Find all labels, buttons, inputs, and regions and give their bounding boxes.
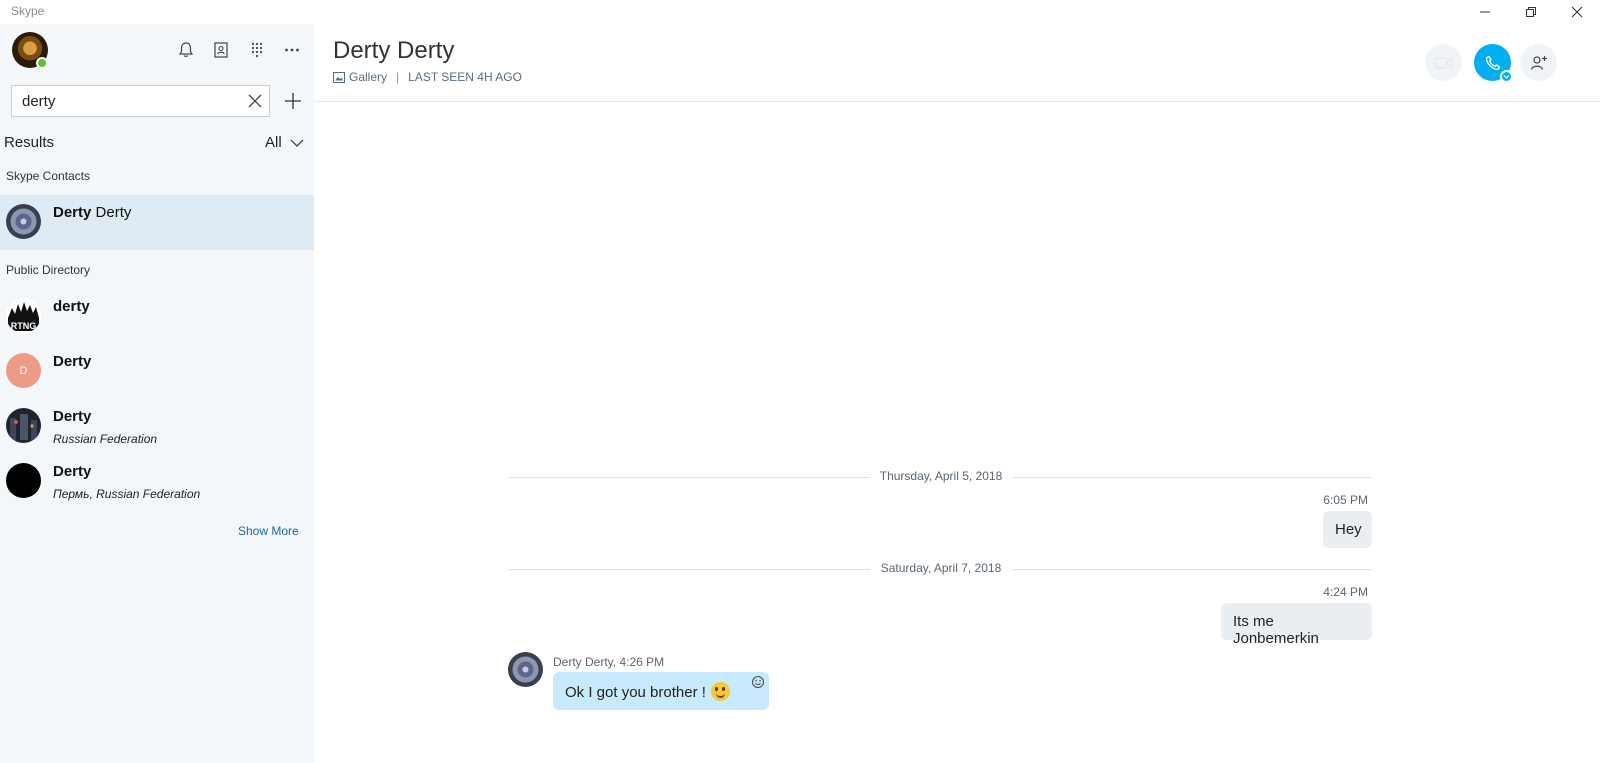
audio-call-button[interactable] (1474, 44, 1513, 83)
directory-item[interactable]: Derty Russian Federation (0, 399, 314, 454)
minimize-button[interactable] (1462, 0, 1508, 24)
contact-location: Russian Federation (53, 432, 158, 446)
add-person-icon (1530, 55, 1547, 70)
search-box (11, 85, 270, 117)
incoming-message-text: Ok I got you brother ! (565, 684, 706, 701)
gallery-label: Gallery (349, 70, 388, 84)
results-filter-dropdown[interactable]: All (265, 134, 304, 151)
incoming-sender-time: Derty Derty, 4:26 PM (553, 655, 665, 669)
close-window-button[interactable] (1554, 0, 1600, 24)
outgoing-message[interactable]: Hey (1323, 511, 1372, 548)
directory-item[interactable]: RTNG derty (0, 289, 314, 344)
contact-location: Пермь, Russian Federation (53, 487, 201, 501)
smile-emoji-icon (710, 682, 730, 701)
contact-name: Derty (53, 408, 92, 425)
dialpad-button[interactable] (245, 38, 269, 62)
app-title: Skype (11, 4, 45, 18)
contact-avatar (6, 204, 41, 239)
last-seen-status: LAST SEEN 4H AGO (408, 70, 522, 84)
notifications-button[interactable] (174, 38, 198, 62)
search-input[interactable] (22, 92, 242, 110)
close-icon (1571, 6, 1583, 18)
date-separator: Thursday, April 5, 2018 (879, 469, 1003, 483)
directory-item[interactable]: Derty Пермь, Russian Federation (0, 454, 314, 509)
incoming-message[interactable]: Ok I got you brother ! (553, 672, 769, 710)
phone-icon (1485, 55, 1500, 70)
section-public-directory: Public Directory (6, 263, 91, 277)
call-options-chevron[interactable] (1500, 70, 1513, 83)
contact-name: Derty (53, 463, 92, 480)
outgoing-message[interactable]: Its me Jonbemerkin (1221, 603, 1372, 647)
contact-name: Derty Derty (53, 204, 132, 221)
contact-avatar (6, 463, 41, 498)
show-more-link[interactable]: Show More (238, 524, 299, 538)
date-divider-line (508, 477, 870, 478)
date-divider-line (1012, 477, 1372, 478)
minimize-icon (1480, 11, 1490, 13)
new-chat-plus-icon[interactable] (282, 90, 304, 112)
video-camera-icon (1434, 56, 1453, 69)
video-call-button[interactable] (1425, 44, 1462, 81)
gallery-link[interactable]: Gallery (333, 70, 387, 84)
contact-name: derty (53, 298, 90, 315)
directory-item[interactable]: D Derty (0, 344, 314, 399)
title-bar: Skype (0, 0, 1600, 24)
chevron-down-icon (1503, 75, 1510, 79)
filter-label: All (265, 134, 282, 151)
more-dots-icon (285, 48, 299, 52)
add-reaction-icon[interactable] (751, 675, 765, 689)
presence-online-indicator (36, 57, 48, 69)
results-label: Results (4, 134, 55, 151)
chevron-down-icon (290, 139, 304, 147)
message-timestamp: 4:24 PM (1323, 585, 1368, 599)
sidebar: Results All Skype Contacts Derty Derty P… (0, 24, 314, 763)
restore-button[interactable] (1508, 0, 1554, 24)
message-timestamp: 6:05 PM (1323, 493, 1368, 507)
contact-avatar (6, 408, 41, 443)
gallery-image-icon (333, 71, 345, 83)
sender-avatar[interactable] (508, 652, 543, 687)
date-divider-line (508, 569, 870, 570)
contact-item-derty-derty[interactable]: Derty Derty (0, 195, 314, 250)
conversation-meta: Gallery | LAST SEEN 4H AGO (333, 70, 522, 84)
svg-text:RTNG: RTNG (11, 321, 37, 331)
add-people-button[interactable] (1520, 44, 1557, 81)
contact-name: Derty (53, 353, 92, 370)
conversation-header: Derty Derty Gallery | LAST SEEN 4H AGO (314, 24, 1600, 102)
conversation-title[interactable]: Derty Derty (333, 37, 454, 65)
restore-icon (1526, 7, 1536, 17)
meta-separator: | (396, 70, 400, 84)
contact-avatar: RTNG (6, 298, 41, 333)
contacts-button[interactable] (209, 38, 233, 62)
bell-icon (178, 42, 194, 57)
date-separator: Saturday, April 7, 2018 (880, 561, 1002, 575)
contact-avatar: D (6, 353, 41, 388)
dialpad-icon (251, 42, 263, 58)
contacts-book-icon (214, 42, 228, 58)
date-divider-line (1012, 569, 1372, 570)
section-skype-contacts: Skype Contacts (6, 169, 91, 183)
clear-search-icon[interactable] (247, 93, 263, 109)
more-options-button[interactable] (280, 38, 304, 62)
